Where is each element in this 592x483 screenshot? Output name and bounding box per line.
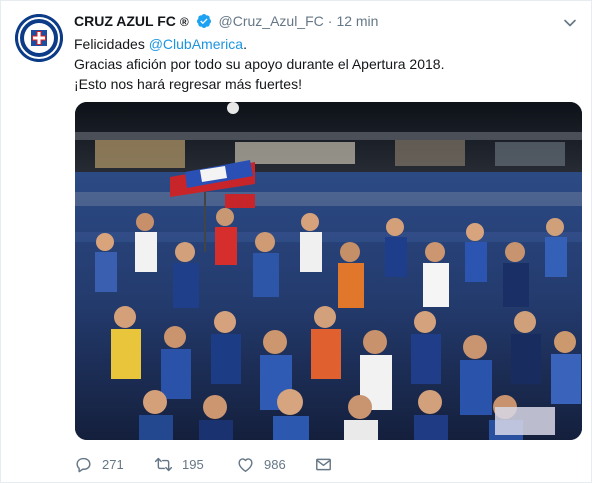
tweet-header: CRUZ AZUL FC ® @Cruz_Azul_FC · 12 min — [74, 13, 554, 33]
separator: · — [327, 13, 333, 29]
like-button[interactable]: 986 — [236, 453, 286, 475]
handle[interactable]: @Cruz_Azul_FC — [219, 13, 324, 29]
display-name[interactable]: CRUZ AZUL FC — [74, 13, 176, 29]
like-count: 986 — [264, 456, 286, 472]
cruz-azul-crest-icon — [15, 14, 63, 62]
tweet-text-line-2: Gracias afición por todo su apoyo durant… — [74, 56, 445, 72]
reply-icon — [76, 457, 91, 472]
tweet-text-line-1: Felicidades @ClubAmerica. — [74, 34, 574, 54]
retweet-icon — [154, 457, 173, 471]
verified-badge-icon — [196, 14, 211, 28]
chevron-down-icon[interactable] — [563, 16, 577, 30]
retweet-button[interactable]: 195 — [154, 453, 204, 475]
avatar[interactable] — [15, 14, 63, 62]
tweet-text: Felicidades @ClubAmerica. Gracias afició… — [74, 34, 574, 94]
tweet-card[interactable]: CRUZ AZUL FC ® @Cruz_Azul_FC · 12 min Felic… — [0, 0, 592, 483]
tweet-actions: 271 195 986 — [74, 453, 374, 475]
text-prefix: Felicidades — [74, 36, 149, 52]
mention-link[interactable]: @ClubAmerica — [149, 36, 243, 52]
heart-icon — [238, 457, 253, 472]
registered-mark: ® — [179, 15, 189, 29]
envelope-icon — [316, 458, 331, 470]
text-suffix: . — [243, 36, 247, 52]
direct-message-button[interactable] — [314, 453, 333, 475]
tweet-text-line-3: ¡Esto nos hará regresar más fuertes! — [74, 76, 302, 92]
reply-button[interactable]: 271 — [74, 453, 124, 475]
tweet-photo[interactable] — [75, 102, 582, 440]
stadium-crowd-photo — [75, 102, 582, 440]
timestamp[interactable]: 12 min — [336, 13, 378, 29]
retweet-count: 195 — [182, 456, 204, 472]
reply-count: 271 — [102, 456, 124, 472]
